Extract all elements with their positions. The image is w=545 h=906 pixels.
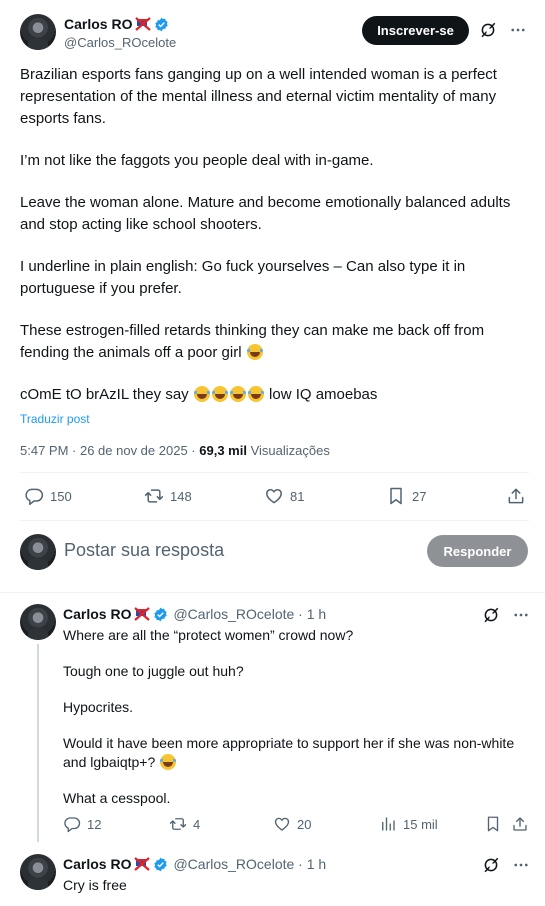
reply-text: Cry is free [63,876,523,906]
reply-text: Where are all the “protect women” crowd … [63,626,523,825]
tears-of-joy-emoji-icon [193,386,210,402]
reply-actions: 12 4 20 15 mil [63,815,530,833]
author-name[interactable]: Carlos RO [63,606,131,622]
rofl-emoji-icon [246,344,263,360]
repost-button[interactable]: 4 [169,815,200,833]
crossed-flag-icon [134,607,151,621]
reply-icon [63,815,81,833]
tweet-timestamp[interactable]: 5:47 PM · 26 de nov de 2025 · [20,443,196,458]
reply-header: Carlos RO @Carlos_ROcelote · 1 h [63,606,326,622]
tweet-actions: 150 148 81 27 [20,486,530,506]
user-avatar[interactable] [20,534,56,570]
tears-of-joy-emoji-icon [160,754,177,770]
reply-button[interactable]: 12 [63,815,101,833]
author-name[interactable]: Carlos RO [64,16,132,32]
tweet-paragraph: Leave the woman alone. Mature and become… [20,194,511,233]
share-button[interactable] [506,486,526,506]
views-label: Visualizações [250,443,330,458]
tweet-paragraph-text: cOmE tO brAzIL they say [20,386,189,403]
share-button[interactable] [511,815,529,833]
reply-input[interactable]: Postar sua resposta [64,540,224,561]
reply-paragraph: Hypocrites. [63,699,134,715]
heart-icon [273,815,291,833]
author-avatar[interactable] [20,854,56,890]
repost-count: 148 [170,488,192,504]
grok-icon[interactable] [479,21,497,39]
like-button[interactable]: 20 [273,815,311,833]
repost-icon [144,486,164,506]
tweet-paragraph: Brazilian esports fans ganging up on a w… [20,66,497,127]
reply-paragraph: Would it have been more appropriate to s… [63,734,523,772]
author-name-row: Carlos RO [64,16,169,32]
tweet-text: Brazilian esports fans ganging up on a w… [20,64,532,426]
reply-count: 12 [87,816,102,832]
verified-badge-icon [153,607,168,622]
views-count: 69,3 mil [199,443,247,458]
bookmark-button[interactable] [484,815,502,833]
more-dots-icon[interactable] [512,856,530,874]
reply-paragraph-text: Would it have been more appropriate to s… [63,735,515,770]
bookmark-icon [386,486,406,506]
divider [20,520,529,521]
tears-of-joy-emoji-icon [247,386,264,402]
like-count: 20 [297,816,312,832]
verified-badge-icon [154,17,169,32]
tweet-paragraph: These estrogen-filled retards thinking t… [20,320,532,364]
reply-composer: Postar sua resposta Responder [20,532,530,572]
reply-count: 150 [50,488,72,504]
reply-tweet[interactable]: Carlos RO @Carlos_ROcelote · 1 h Where a… [20,604,530,844]
views-icon [379,815,397,833]
repost-count: 4 [193,816,201,832]
submit-reply-button[interactable]: Responder [427,535,528,567]
reply-paragraph: Tough one to juggle out huh? [63,663,244,679]
repost-icon [169,815,187,833]
more-dots-icon[interactable] [509,21,527,39]
author-handle-time[interactable]: @Carlos_ROcelote · 1 h [173,606,326,622]
views-count: 15 mil [403,816,438,832]
tweet-meta: 5:47 PM · 26 de nov de 2025 · 69,3 mil V… [20,443,330,458]
translate-post-link[interactable]: Traduzir post [20,412,90,426]
author-handle[interactable]: @Carlos_ROcelote [64,35,176,50]
bookmark-count: 27 [412,488,427,504]
views-button[interactable]: 15 mil [379,815,438,833]
grok-icon[interactable] [482,856,500,874]
tweet-paragraph: cOmE tO brAzIL they say low IQ amoebas [20,384,532,406]
author-handle-time[interactable]: @Carlos_ROcelote · 1 h [173,856,326,872]
heart-icon [264,486,284,506]
grok-icon[interactable] [482,606,500,624]
divider [0,592,545,593]
tears-of-joy-emoji-icon [211,386,228,402]
bookmark-icon [484,815,502,833]
reply-tweet[interactable]: Carlos RO @Carlos_ROcelote · 1 h Cry is … [20,854,530,906]
thread-line [37,644,39,842]
share-icon [511,815,529,833]
author-avatar[interactable] [20,604,56,640]
verified-badge-icon [153,857,168,872]
repost-button[interactable]: 148 [144,486,192,506]
reply-icon [24,486,44,506]
bookmark-button[interactable]: 27 [386,486,426,506]
author-avatar[interactable] [20,14,56,50]
tweet-paragraph: I’m not like the faggots you people deal… [20,152,374,169]
tweet-paragraph-text: low IQ amoebas [269,386,378,403]
crossed-flag-icon [135,17,152,31]
tweet-header: Carlos RO @Carlos_ROcelote Inscrever-se [20,14,529,54]
tears-of-joy-emoji-icon [229,386,246,402]
reply-button[interactable]: 150 [24,486,72,506]
reply-paragraph: Cry is free [63,877,127,893]
divider [20,472,529,473]
more-dots-icon[interactable] [512,606,530,624]
tweet-paragraph: I underline in plain english: Go fuck yo… [20,258,466,297]
share-icon [506,486,526,506]
like-count: 81 [290,488,305,504]
reply-header: Carlos RO @Carlos_ROcelote · 1 h [63,856,326,872]
subscribe-button[interactable]: Inscrever-se [362,16,469,45]
crossed-flag-icon [134,857,151,871]
reply-paragraph: What a cesspool. [63,790,171,806]
reply-paragraph: Where are all the “protect women” crowd … [63,627,354,643]
author-name[interactable]: Carlos RO [63,856,131,872]
like-button[interactable]: 81 [264,486,304,506]
